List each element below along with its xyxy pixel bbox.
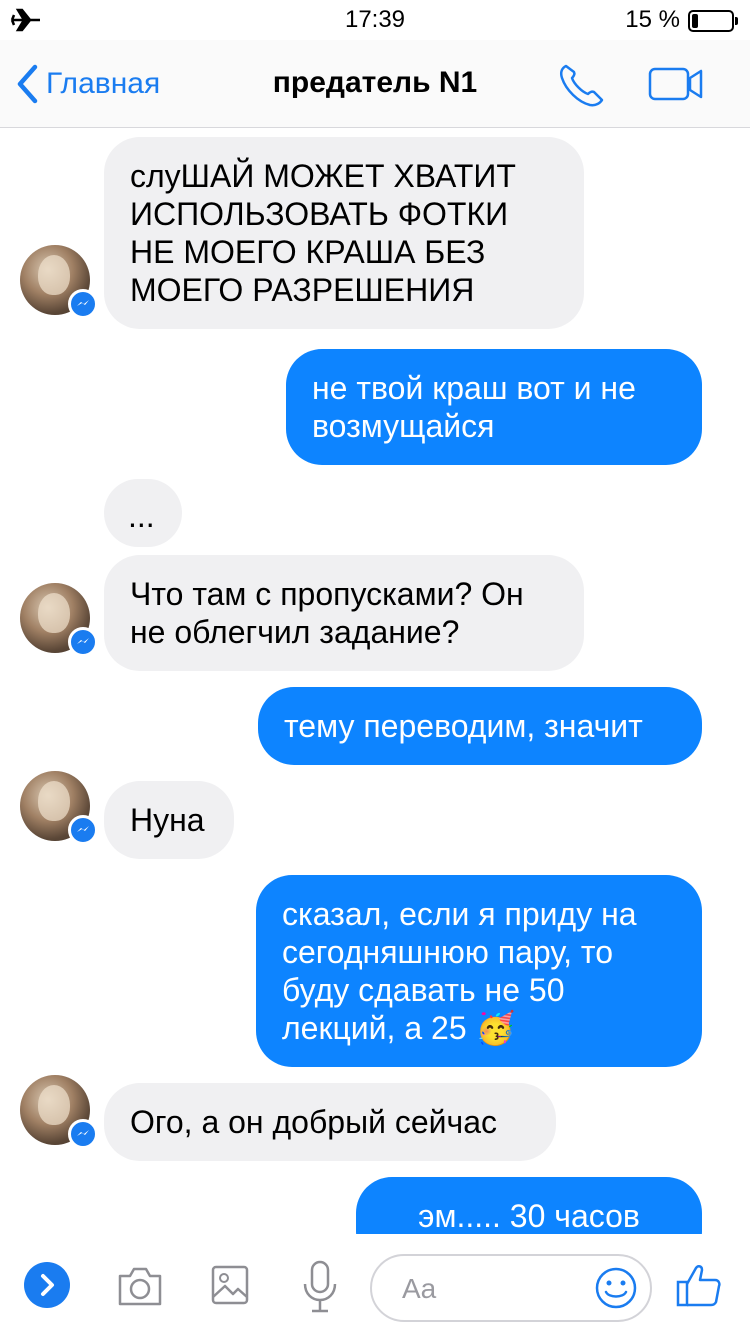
message-incoming[interactable]: ... bbox=[104, 479, 182, 547]
microphone-icon[interactable] bbox=[302, 1260, 338, 1314]
message-incoming[interactable]: Ого, а он добрый сейчас bbox=[104, 1083, 556, 1161]
video-camera-icon[interactable] bbox=[648, 66, 704, 102]
battery-level bbox=[692, 14, 698, 28]
message-incoming[interactable]: слуШАЙ МОЖЕТ ХВАТИТ ИСПОЛЬЗОВАТЬ ФОТКИ Н… bbox=[104, 137, 584, 329]
message-incoming[interactable]: Нуна bbox=[104, 781, 234, 859]
message-list[interactable]: слуШАЙ МОЖЕТ ХВАТИТ ИСПОЛЬЗОВАТЬ ФОТКИ Н… bbox=[0, 129, 750, 1234]
thumbs-up-icon[interactable] bbox=[676, 1262, 722, 1308]
message-outgoing[interactable]: эм..... 30 часов bbox=[356, 1177, 702, 1234]
message-input[interactable] bbox=[402, 1270, 582, 1308]
message-input-container bbox=[370, 1254, 652, 1322]
message-outgoing[interactable]: тему переводим, значит bbox=[258, 687, 702, 765]
emoji-icon[interactable] bbox=[594, 1266, 638, 1310]
message-outgoing[interactable]: не твой краш вот и не возмущайся bbox=[286, 349, 702, 465]
conversation-title: предатель N1 bbox=[272, 66, 478, 99]
phone-icon[interactable] bbox=[556, 62, 608, 108]
messenger-badge-icon bbox=[68, 627, 98, 657]
messenger-badge-icon bbox=[68, 289, 98, 319]
message-incoming[interactable]: Что там с пропусками? Он не облегчил зад… bbox=[104, 555, 584, 671]
image-icon[interactable] bbox=[210, 1264, 250, 1306]
messenger-badge-icon bbox=[68, 1119, 98, 1149]
message-outgoing[interactable]: сказал, если я приду на сегодняшнюю пару… bbox=[256, 875, 702, 1067]
composer-toolbar bbox=[0, 1234, 750, 1334]
expand-button[interactable] bbox=[24, 1262, 70, 1308]
camera-icon[interactable] bbox=[116, 1264, 164, 1308]
nav-bar: Главная предатель N1 bbox=[0, 40, 750, 128]
battery-percent: 15 % bbox=[625, 6, 680, 33]
status-bar: 17:39 15 % bbox=[0, 0, 750, 40]
chevron-right-icon bbox=[41, 1274, 54, 1296]
battery-icon bbox=[688, 10, 738, 32]
messenger-badge-icon bbox=[68, 815, 98, 845]
